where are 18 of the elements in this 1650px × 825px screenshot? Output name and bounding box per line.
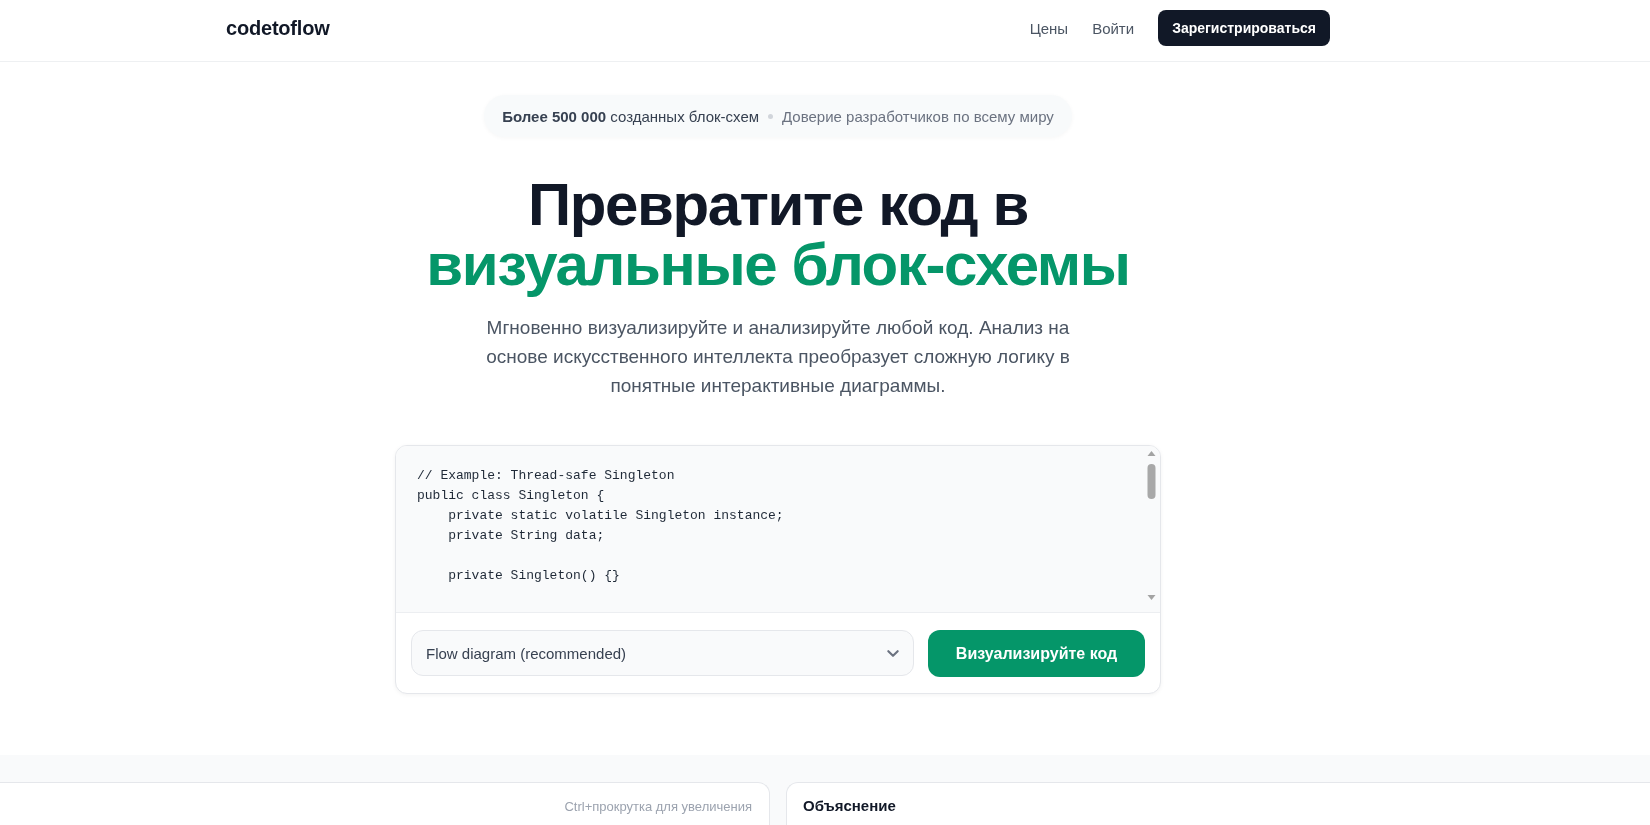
scrollbar-thumb[interactable] xyxy=(1147,464,1156,499)
hero-subtitle: Мгновенно визуализируйте и анализируйте любой код. Анализ на основе искусственного интеллекта преобразует сложную логику в понятные интерактивные диаграммы. xyxy=(485,316,1071,398)
chevron-down-icon xyxy=(887,649,899,657)
code-editor[interactable]: // Example: Thread-safe Singleton public class Singleton { private static volatile Singleton instance; private String data; private Singleton() {} xyxy=(396,446,1160,612)
zoom-hint-text: Ctrl+прокрутка для увеличения xyxy=(564,799,752,815)
nav-link[interactable]: Войти xyxy=(1092,19,1135,37)
explanation-title: Объяснение xyxy=(803,797,896,815)
nav-link[interactable]: Цены xyxy=(1029,19,1069,37)
hero-heading: Превратите код в xyxy=(526,175,1030,235)
scroll-down-arrow-icon[interactable] xyxy=(1147,595,1156,600)
logo-link[interactable]: codetoflow xyxy=(226,16,330,40)
visualize-button[interactable]: Визуализируйте код xyxy=(928,630,1145,677)
trust-text: Доверие разработчиков по всему миру xyxy=(782,107,1054,125)
separator-dot-icon xyxy=(768,113,774,119)
diagram-type-select[interactable]: Flow diagram (recommended) xyxy=(411,630,914,676)
signup-button[interactable]: Зарегистрироваться xyxy=(1158,10,1330,46)
scroll-up-arrow-icon[interactable] xyxy=(1147,451,1156,456)
stats-text: Более 500 000 созданных блок-схем xyxy=(502,107,760,125)
